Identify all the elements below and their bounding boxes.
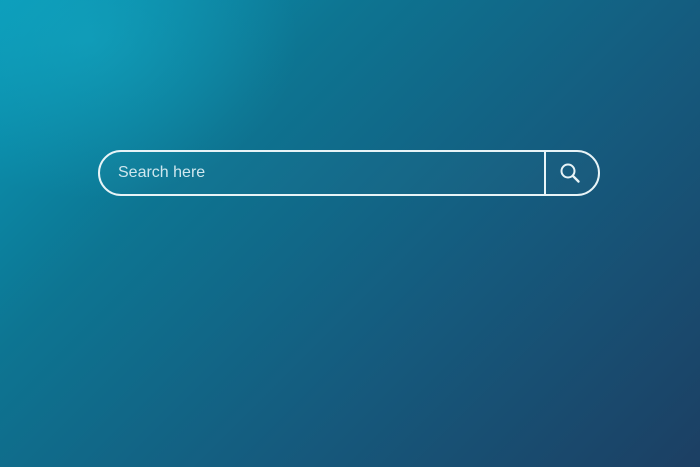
search-input[interactable]	[100, 152, 544, 194]
page-background	[0, 0, 700, 467]
search-button[interactable]	[544, 152, 598, 194]
search-icon	[560, 163, 580, 183]
search-bar	[98, 150, 600, 196]
